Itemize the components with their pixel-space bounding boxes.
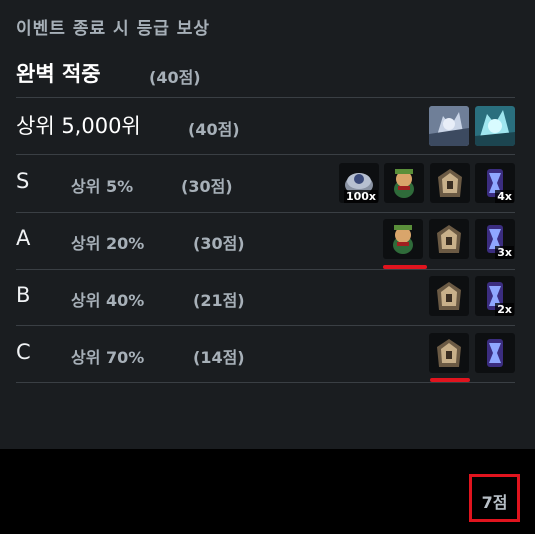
grade-rewards: 100x 4x <box>339 163 515 203</box>
grade-letter: S <box>16 169 30 193</box>
little-legend-icon[interactable] <box>383 219 423 259</box>
grade-row-c: C 상위 70% (14점) <box>16 333 515 373</box>
section-title: 이벤트 종료 시 등급 보상 <box>16 19 211 39</box>
top5000-row: 상위 5,000위 (40점) <box>16 106 515 146</box>
treasure-chest-icon[interactable] <box>429 219 469 259</box>
top5000-points: (40점) <box>188 120 240 139</box>
grade-rank: 상위 20% <box>71 234 145 253</box>
grade-points: (21점) <box>193 291 245 310</box>
grade-letter: C <box>16 340 31 364</box>
reward-count-badge: 2x <box>495 303 514 316</box>
score-value: 7점 <box>481 493 508 512</box>
reward-count-badge: 4x <box>495 190 514 203</box>
divider <box>16 97 515 98</box>
grade-points: (30점) <box>193 234 245 253</box>
grade-rewards <box>429 333 515 373</box>
grade-rewards: 2x <box>429 276 515 316</box>
champion-portrait-1-icon[interactable] <box>429 106 469 146</box>
divider <box>16 212 515 213</box>
top5000-rewards <box>429 106 515 146</box>
grade-row-a: A 상위 20% (30점) 3x <box>16 219 515 259</box>
perfect-hit-row: 완벽 적중 (40점) <box>16 56 515 96</box>
star-shard-icon[interactable] <box>475 333 515 373</box>
reward-count-badge: 3x <box>495 246 514 259</box>
star-shard-icon[interactable]: 2x <box>475 276 515 316</box>
perfect-hit-label: 완벽 적중 <box>16 62 101 86</box>
treasure-chest-icon[interactable] <box>430 163 470 203</box>
grade-letter: A <box>16 226 31 250</box>
grade-rank: 상위 70% <box>71 348 145 367</box>
star-shard-icon[interactable]: 4x <box>475 163 515 203</box>
grade-rewards-panel: 이벤트 종료 시 등급 보상 완벽 적중 (40점) 상위 5,000위 (40… <box>0 0 535 449</box>
perfect-hit-points: (40점) <box>149 68 201 87</box>
grade-rank: 상위 5% <box>71 177 134 196</box>
treasure-chest-icon[interactable] <box>429 276 469 316</box>
coin-stack-icon[interactable]: 100x <box>339 163 379 203</box>
grade-points: (30점) <box>181 177 233 196</box>
little-legend-icon[interactable] <box>384 163 424 203</box>
score-highlight-box: 7점 <box>469 474 520 522</box>
grade-points: (14점) <box>193 348 245 367</box>
treasure-chest-icon[interactable] <box>429 333 469 373</box>
top5000-label: 상위 5,000위 <box>16 114 141 138</box>
grade-letter: B <box>16 283 31 307</box>
grade-row-s: S 상위 5% (30점) 100x 4x <box>16 163 515 203</box>
star-shard-icon[interactable]: 3x <box>475 219 515 259</box>
divider <box>16 269 515 270</box>
reward-count-badge: 100x <box>343 190 378 203</box>
divider <box>16 325 515 326</box>
grade-rewards: 3x <box>383 219 515 259</box>
champion-portrait-2-icon[interactable] <box>475 106 515 146</box>
grade-row-b: B 상위 40% (21점) 2x <box>16 276 515 316</box>
divider <box>16 154 515 155</box>
grade-rank: 상위 40% <box>71 291 145 310</box>
divider <box>16 382 515 383</box>
